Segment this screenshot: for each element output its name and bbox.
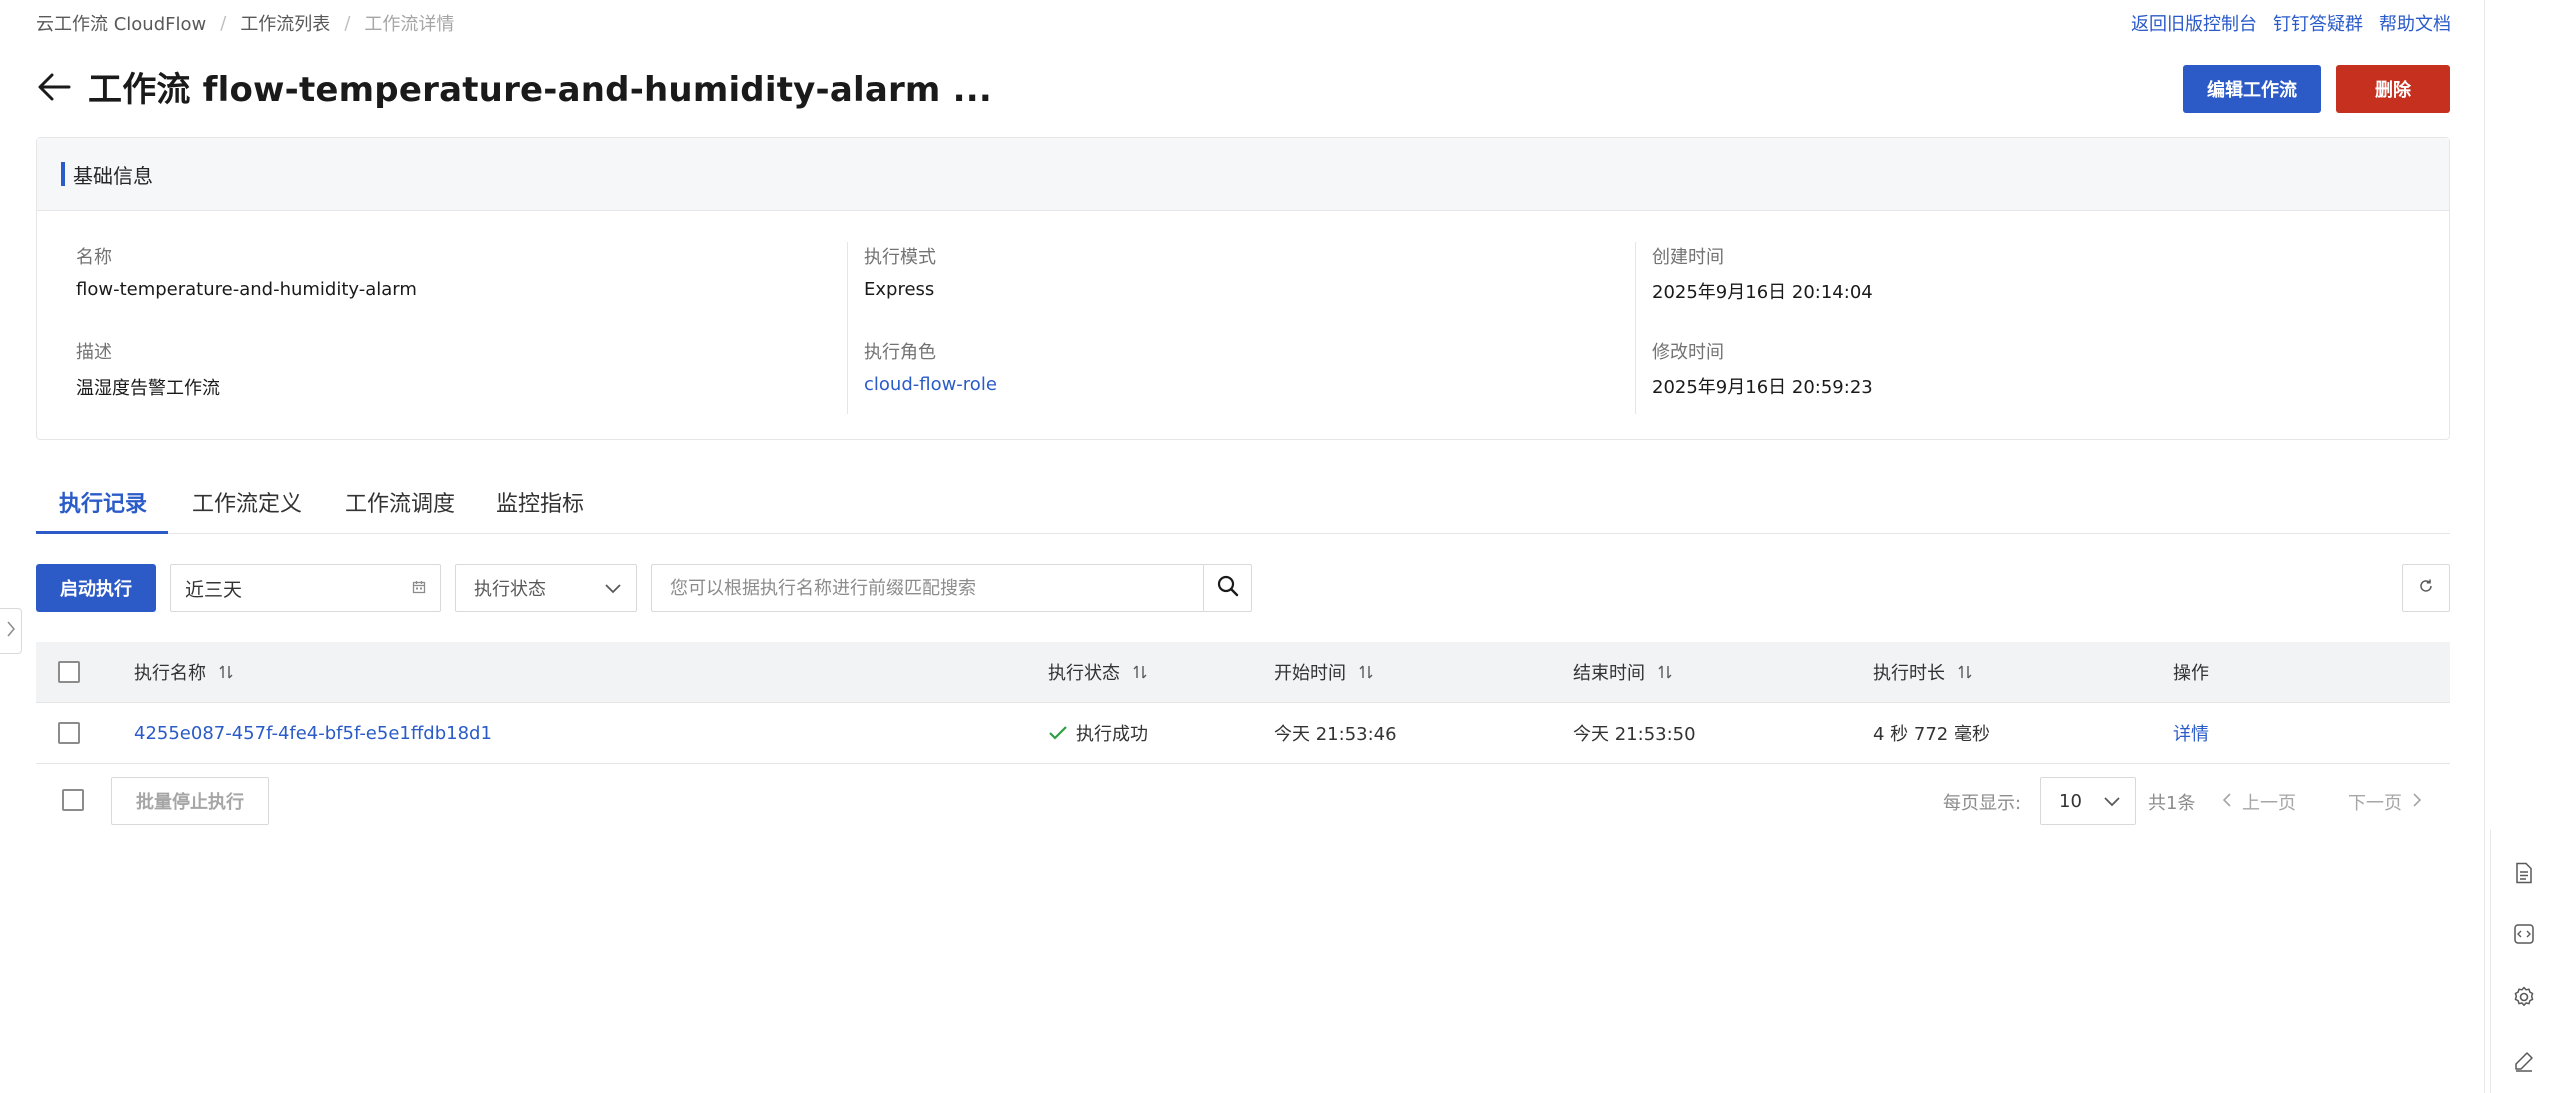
details-link[interactable]: 详情: [2173, 703, 2209, 763]
tab-monitoring-metrics[interactable]: 监控指标: [496, 486, 584, 518]
section-accent-bar: [61, 162, 65, 186]
tab-workflow-definition[interactable]: 工作流定义: [192, 486, 302, 518]
page-size-label: 每页显示:: [1943, 793, 2022, 814]
duration-value: 4 秒 772 毫秒: [1873, 724, 1990, 745]
sort-icon[interactable]: [1132, 664, 1148, 680]
row-checkbox[interactable]: [58, 722, 80, 744]
chevron-right-icon: [2412, 792, 2422, 813]
page-size-select[interactable]: 10: [2040, 777, 2136, 825]
table-row: 4255e087-457f-4fe4-bf5f-e5e1ffdb18d1 执行成…: [36, 703, 2450, 764]
end-time-value: 今天 21:53:50: [1573, 724, 1696, 745]
col-start-time: 开始时间: [1274, 663, 1346, 684]
tab-workflow-schedule[interactable]: 工作流调度: [345, 486, 455, 518]
refresh-icon: [2418, 578, 2434, 598]
date-range-value: 近三天: [185, 578, 243, 601]
start-time-value: 今天 21:53:46: [1274, 724, 1397, 745]
title-row: 工作流 flow-temperature-and-humidity-alarm …: [36, 62, 992, 111]
execution-mode-value: Express: [864, 279, 935, 300]
execution-role-link[interactable]: cloud-flow-role: [864, 374, 997, 395]
breadcrumb-separator: /: [220, 12, 227, 34]
modified-time-label: 修改时间: [1652, 342, 1724, 363]
detail-tabs: 执行记录 工作流定义 工作流调度 监控指标: [36, 478, 2450, 534]
breadcrumb-item-workflow-list[interactable]: 工作流列表: [240, 10, 330, 36]
breadcrumb-separator: /: [344, 12, 351, 34]
edit-pencil-icon[interactable]: [2508, 1045, 2540, 1077]
document-icon[interactable]: [2508, 857, 2540, 889]
status-filter-select[interactable]: 执行状态: [455, 564, 637, 612]
footer-select-all-checkbox[interactable]: [62, 789, 84, 811]
basic-info-header: 基础信息: [37, 138, 2449, 211]
search-input[interactable]: [651, 564, 1204, 612]
start-execution-button[interactable]: 启动执行: [36, 564, 156, 612]
modified-time-value: 2025年9月16日 20:59:23: [1652, 377, 1873, 398]
created-time-value: 2025年9月16日 20:14:04: [1652, 282, 1873, 303]
success-check-icon: [1048, 725, 1068, 741]
table-header: 执行名称 执行状态 开始时间 结束时间 执行时长 操作: [36, 642, 2450, 703]
prev-page-label: 上一页: [2242, 793, 2296, 814]
select-all-checkbox[interactable]: [58, 661, 80, 683]
name-value: flow-temperature-and-humidity-alarm: [76, 279, 417, 300]
chevron-down-icon: [604, 578, 622, 599]
sort-icon[interactable]: [1358, 664, 1374, 680]
page-size-value: 10: [2059, 790, 2082, 812]
chevron-right-icon: [6, 620, 16, 642]
description-value: 温湿度告警工作流: [76, 378, 220, 399]
settings-gear-icon[interactable]: [2508, 981, 2540, 1013]
status-filter-placeholder: 执行状态: [474, 579, 546, 600]
total-count: 共1条: [2148, 793, 2196, 814]
active-tab-indicator: [36, 531, 168, 534]
code-editor-icon[interactable]: [2508, 918, 2540, 950]
batch-stop-button[interactable]: 批量停止执行: [111, 777, 269, 825]
basic-info-card: 基础信息 名称 flow-temperature-and-humidity-al…: [36, 137, 2450, 440]
chevron-left-icon: [2222, 792, 2232, 813]
next-page-button[interactable]: 下一页: [2348, 789, 2422, 815]
column-divider: [1635, 242, 1636, 414]
chevron-down-icon: [2103, 791, 2121, 812]
calendar-icon: [412, 577, 426, 599]
sidebar-expand-handle[interactable]: [0, 608, 22, 654]
execution-role-label: 执行角色: [864, 342, 936, 363]
breadcrumb: 云工作流 CloudFlow / 工作流列表 / 工作流详情: [36, 10, 454, 36]
description-label: 描述: [76, 342, 112, 363]
breadcrumb-item-cloudflow[interactable]: 云工作流 CloudFlow: [36, 10, 206, 36]
col-execution-status: 执行状态: [1048, 663, 1120, 684]
name-label: 名称: [76, 247, 112, 268]
column-divider: [847, 242, 848, 414]
sort-icon[interactable]: [1957, 664, 1973, 680]
breadcrumb-item-current: 工作流详情: [364, 14, 455, 35]
search-icon: [1217, 575, 1239, 601]
col-end-time: 结束时间: [1573, 663, 1645, 684]
dingtalk-group-link[interactable]: 钉钉答疑群: [2273, 10, 2363, 36]
help-docs-link[interactable]: 帮助文档: [2379, 10, 2451, 36]
back-arrow-icon[interactable]: [36, 69, 72, 105]
top-links: 返回旧版控制台 钉钉答疑群 帮助文档: [2131, 10, 2451, 36]
execution-status-value: 执行成功: [1076, 724, 1148, 745]
page-title: 工作流 flow-temperature-and-humidity-alarm …: [88, 70, 992, 110]
col-duration: 执行时长: [1873, 663, 1945, 684]
sort-icon[interactable]: [1657, 664, 1673, 680]
edit-workflow-button[interactable]: 编辑工作流: [2183, 65, 2321, 113]
right-rail-divider: [2484, 0, 2485, 1093]
col-actions: 操作: [2173, 663, 2209, 684]
execution-name-link[interactable]: 4255e087-457f-4fe4-bf5f-e5e1ffdb18d1: [134, 703, 492, 763]
tab-execution-records[interactable]: 执行记录: [59, 486, 147, 518]
delete-button[interactable]: 删除: [2336, 65, 2450, 113]
date-range-picker[interactable]: 近三天: [170, 564, 441, 612]
old-console-link[interactable]: 返回旧版控制台: [2131, 10, 2257, 36]
col-execution-name: 执行名称: [134, 663, 206, 684]
prev-page-button[interactable]: 上一页: [2222, 789, 2296, 815]
basic-info-title: 基础信息: [73, 163, 153, 188]
search-button[interactable]: [1203, 564, 1252, 612]
sort-icon[interactable]: [218, 664, 234, 680]
execution-mode-label: 执行模式: [864, 247, 936, 268]
created-time-label: 创建时间: [1652, 247, 1724, 268]
next-page-label: 下一页: [2348, 793, 2402, 814]
refresh-button[interactable]: [2402, 564, 2450, 612]
